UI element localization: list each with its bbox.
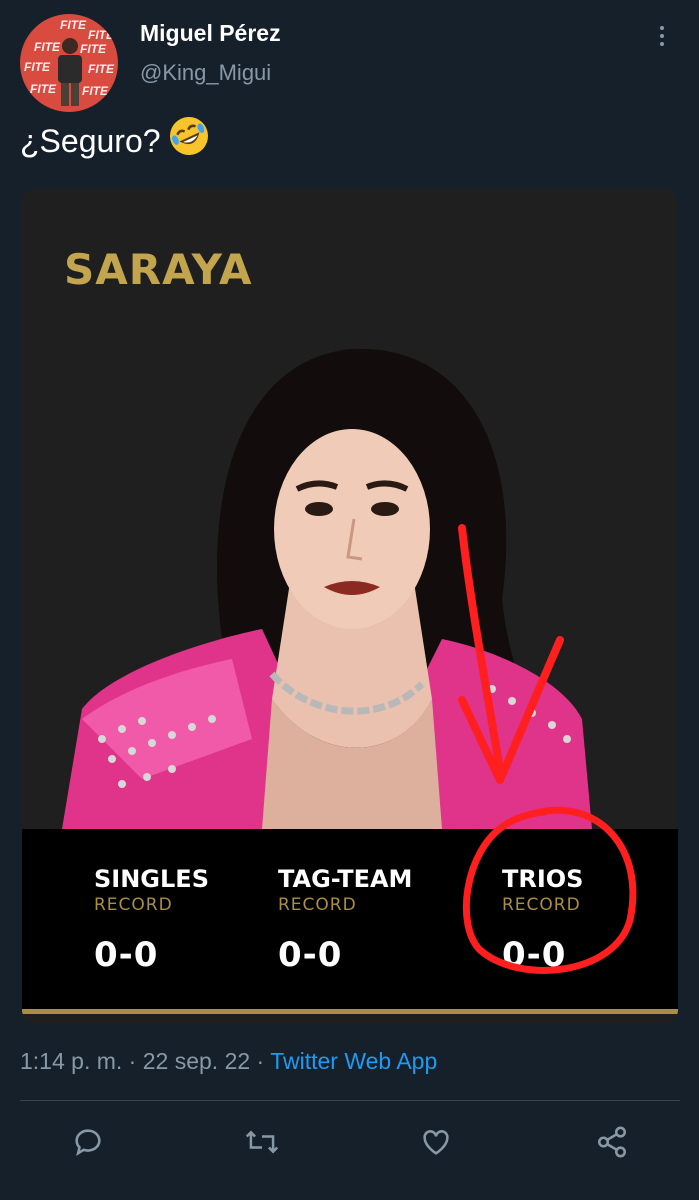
avatar-logo-text: FITE	[88, 28, 114, 42]
rolling-on-floor-laughing-emoji-icon	[167, 114, 211, 166]
avatar[interactable]: FITE FITE FITE FITE FITE FITE FITE FITE	[20, 14, 118, 112]
record-value: 0-0	[94, 935, 159, 975]
author-handle[interactable]: @King_Migui	[140, 60, 271, 86]
tweet-text: ¿Seguro?	[20, 114, 211, 166]
wrestler-photo	[62, 348, 592, 829]
tweet-time: 1:14 p. m.	[20, 1048, 123, 1074]
avatar-logo-text: FITE	[30, 82, 56, 96]
share-icon[interactable]	[590, 1120, 634, 1164]
record-tag-team: TAG-TEAM RECORD 0-0	[278, 865, 412, 975]
record-label: SINGLES	[94, 865, 209, 893]
avatar-logo-text: FITE	[82, 84, 108, 98]
tweet-text-content: ¿Seguro?	[20, 123, 161, 159]
record-sublabel: RECORD	[278, 895, 357, 915]
retweet-icon[interactable]	[240, 1120, 284, 1164]
more-options-icon[interactable]	[652, 22, 672, 52]
tweet-date: 22 sep. 22	[142, 1048, 251, 1074]
wrestler-name: SARAYA	[64, 245, 253, 294]
record-sublabel: RECORD	[94, 895, 173, 915]
tweet-meta: 1:14 p. m. · 22 sep. 22 · Twitter Web Ap…	[20, 1048, 437, 1075]
reply-icon[interactable]	[66, 1120, 110, 1164]
record-label: TRIOS	[502, 865, 584, 893]
avatar-logo-text: FITE	[88, 62, 114, 76]
meta-separator: ·	[256, 1048, 265, 1074]
record-trios: TRIOS RECORD 0-0	[502, 865, 583, 975]
avatar-person	[58, 38, 82, 106]
record-band: SINGLES RECORD 0-0 TAG-TEAM RECORD 0-0 T…	[22, 829, 678, 1009]
gold-divider	[22, 1009, 678, 1014]
record-value: 0-0	[278, 935, 343, 975]
divider	[20, 1100, 680, 1101]
tweet-source-link[interactable]: Twitter Web App	[270, 1048, 437, 1074]
author-display-name[interactable]: Miguel Pérez	[140, 20, 281, 47]
avatar-logo-text: FITE	[24, 60, 50, 74]
avatar-logo-text: FITE	[60, 18, 86, 32]
action-bar	[0, 1120, 699, 1170]
media-card[interactable]: SARAYA SINGLES RECORD 0-0 TAG-TEAM RECOR…	[22, 189, 678, 1024]
record-value: 0-0	[502, 935, 567, 975]
record-label: TAG-TEAM	[278, 865, 413, 893]
like-icon[interactable]	[414, 1120, 458, 1164]
record-singles: SINGLES RECORD 0-0	[94, 865, 209, 975]
record-sublabel: RECORD	[502, 895, 581, 915]
meta-separator: ·	[128, 1048, 137, 1074]
